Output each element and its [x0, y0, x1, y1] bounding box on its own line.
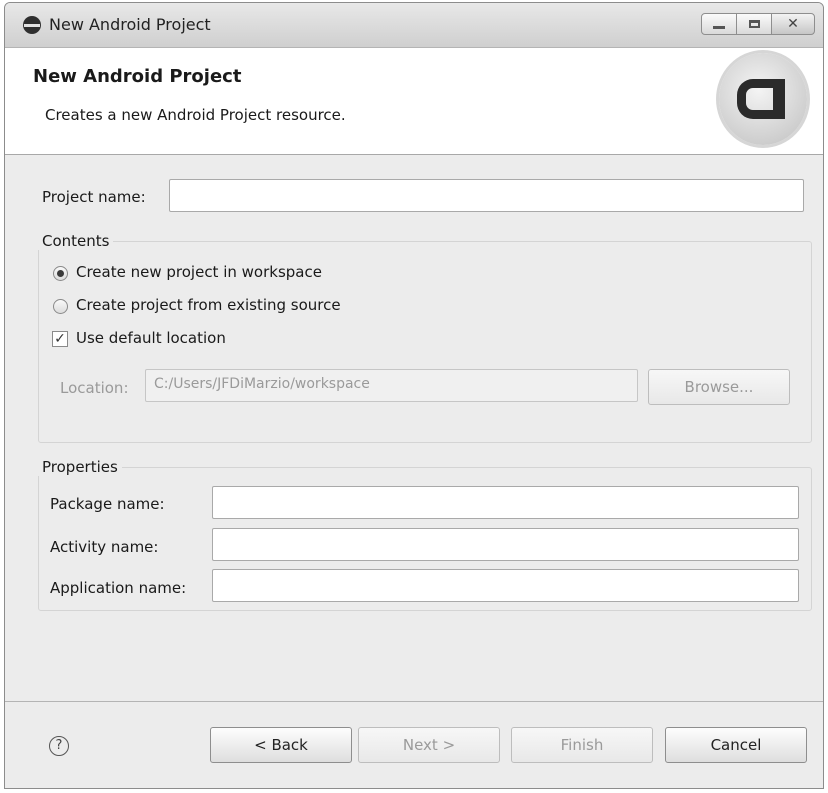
minimize-icon: [713, 25, 725, 29]
maximize-button[interactable]: [736, 13, 772, 35]
package-name-input[interactable]: [212, 486, 799, 519]
checkmark-icon: ✓: [54, 331, 66, 347]
create-from-existing-radio[interactable]: [53, 299, 68, 314]
location-input[interactable]: C:/Users/JFDiMarzio/workspace: [145, 369, 638, 402]
project-name-input[interactable]: [169, 179, 804, 212]
page-description: Creates a new Android Project resource.: [45, 106, 346, 124]
window-controls: ✕: [701, 13, 815, 35]
package-name-label: Package name:: [50, 495, 165, 513]
application-name-label: Application name:: [50, 579, 187, 597]
application-name-input[interactable]: [212, 569, 799, 602]
app-icon: [23, 16, 41, 34]
maximize-icon: [748, 20, 760, 28]
create-from-existing-label[interactable]: Create project from existing source: [76, 296, 341, 314]
activity-name-label: Activity name:: [50, 538, 159, 556]
finish-button[interactable]: Finish: [511, 727, 653, 763]
footer-divider: [5, 701, 823, 702]
project-name-label: Project name:: [42, 188, 146, 206]
create-new-project-radio[interactable]: [53, 266, 68, 281]
cancel-button[interactable]: Cancel: [665, 727, 807, 763]
minimize-button[interactable]: [701, 13, 737, 35]
use-default-location-checkbox[interactable]: ✓: [52, 331, 68, 347]
create-new-project-label[interactable]: Create new project in workspace: [76, 263, 322, 281]
help-icon[interactable]: ?: [49, 736, 69, 756]
page-title: New Android Project: [33, 66, 242, 87]
close-button[interactable]: ✕: [771, 13, 815, 35]
window-title: New Android Project: [49, 15, 211, 34]
back-button[interactable]: < Back: [210, 727, 352, 763]
close-icon: ✕: [787, 16, 799, 32]
title-bar[interactable]: New Android Project ✕: [5, 3, 823, 48]
properties-group-title: Properties: [38, 458, 122, 476]
wizard-header: New Android Project Creates a new Androi…: [5, 48, 823, 155]
use-default-location-label[interactable]: Use default location: [76, 329, 226, 347]
activity-name-input[interactable]: [212, 528, 799, 561]
location-label: Location:: [60, 379, 129, 397]
android-glyph: [737, 79, 785, 119]
contents-group-title: Contents: [38, 232, 114, 250]
new-android-project-dialog: New Android Project ✕ New Android Projec…: [4, 2, 824, 789]
browse-button[interactable]: Browse...: [648, 369, 790, 405]
next-button[interactable]: Next >: [358, 727, 500, 763]
android-logo-icon: [719, 53, 807, 145]
